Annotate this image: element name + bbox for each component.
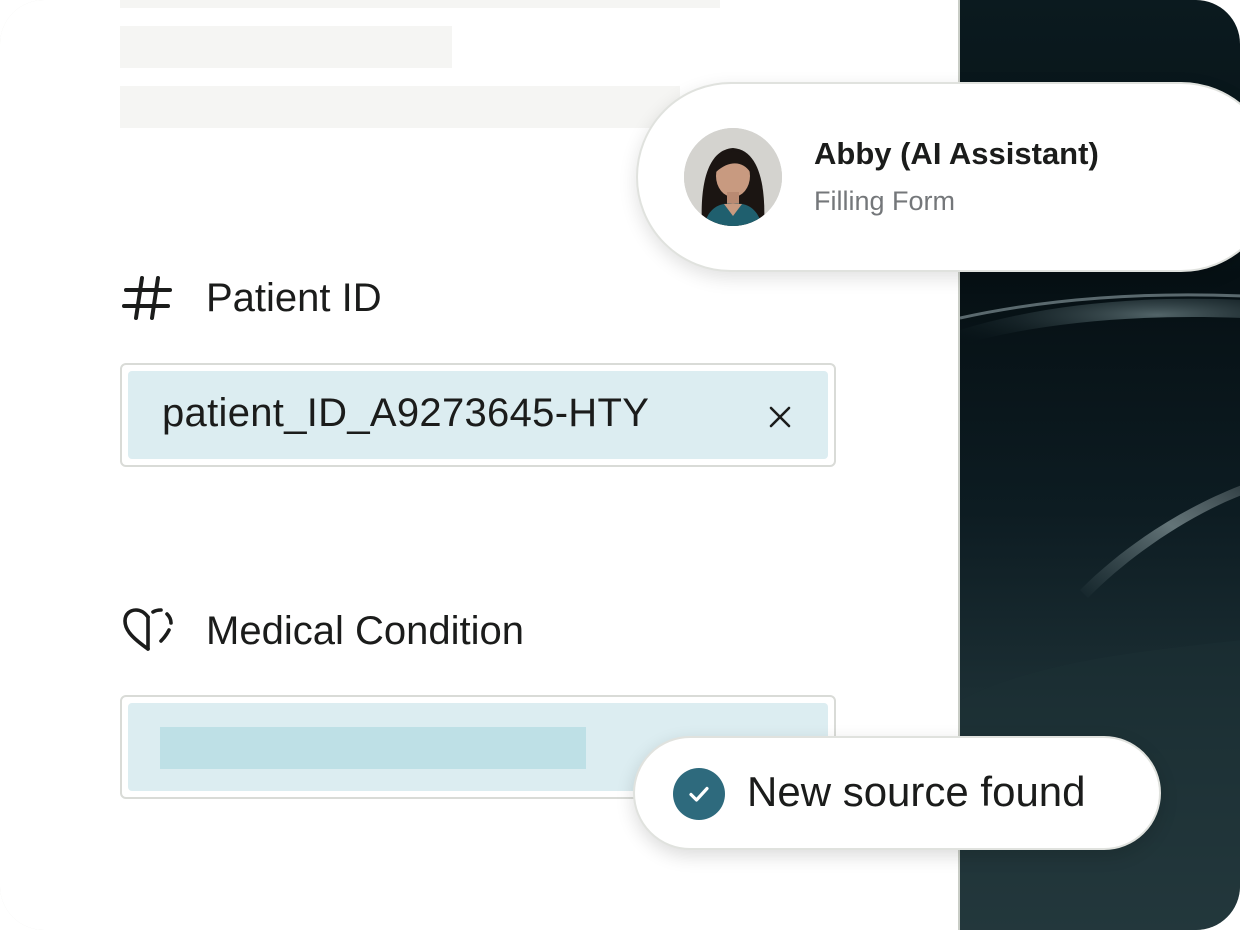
medical-condition-label-text: Medical Condition: [206, 608, 524, 653]
check-circle-icon: [673, 768, 725, 820]
notification-toast[interactable]: New source found: [633, 736, 1161, 850]
toast-text: New source found: [747, 768, 1086, 815]
skeleton-line: [120, 26, 452, 68]
avatar: [684, 128, 782, 226]
close-icon: [769, 406, 791, 428]
assistant-card: Abby (AI Assistant) Filling Form: [636, 82, 1240, 272]
heart-icon: [120, 603, 176, 659]
assistant-name: Abby (AI Assistant): [814, 136, 1099, 171]
patient-id-field-fill: patient_ID_A9273645-HTY: [128, 371, 828, 459]
patient-id-value[interactable]: patient_ID_A9273645-HTY: [162, 391, 649, 436]
assistant-status: Filling Form: [814, 186, 956, 216]
clear-button[interactable]: [760, 397, 800, 437]
app-frame: Patient ID patient_ID_A9273645-HTY Medic…: [0, 0, 1240, 930]
hash-icon: [120, 270, 176, 326]
medical-condition-label: Medical Condition: [123, 603, 524, 659]
patient-id-field[interactable]: patient_ID_A9273645-HTY: [120, 363, 836, 467]
skeleton-line: [120, 0, 720, 8]
patient-id-label-text: Patient ID: [206, 275, 382, 320]
loading-placeholder: [160, 727, 586, 769]
patient-id-label: Patient ID: [122, 270, 382, 326]
person-avatar-icon: [684, 128, 782, 226]
skeleton-line: [120, 86, 680, 128]
